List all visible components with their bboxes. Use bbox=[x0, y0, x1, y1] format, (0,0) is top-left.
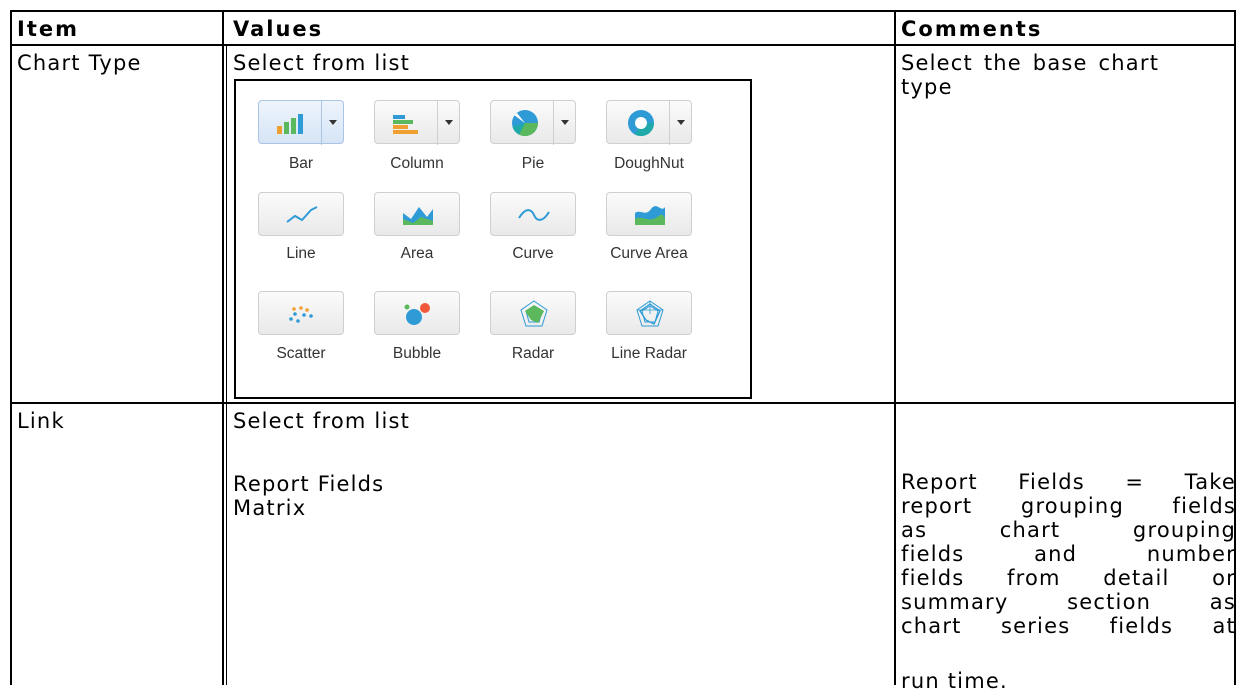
bubble-chart-button[interactable] bbox=[374, 291, 460, 335]
column-divider-1-double bbox=[226, 45, 227, 685]
chevron-down-icon bbox=[329, 120, 337, 125]
scatter-chart-button[interactable] bbox=[258, 291, 344, 335]
bar-chart-button[interactable] bbox=[258, 100, 345, 145]
radar-chart-button[interactable] bbox=[490, 291, 576, 335]
line-chart-icon bbox=[286, 206, 318, 223]
pie-chart-button[interactable] bbox=[490, 100, 577, 145]
curve-area-chart-icon bbox=[635, 206, 665, 225]
column-chart-dropdown[interactable] bbox=[437, 101, 461, 145]
curve-chart-button[interactable] bbox=[490, 192, 576, 236]
pie-chart-dropdown[interactable] bbox=[553, 101, 577, 145]
link-option-matrix: Matrix bbox=[233, 496, 307, 520]
header-divider bbox=[10, 44, 1236, 46]
curve-chart-icon bbox=[518, 209, 550, 221]
row-item-chart-type: Chart Type bbox=[17, 51, 142, 75]
header-item: Item bbox=[17, 17, 79, 41]
line-chart-button[interactable] bbox=[258, 192, 344, 236]
area-chart-icon bbox=[403, 207, 433, 225]
chevron-down-icon bbox=[677, 120, 685, 125]
scatter-chart-icon bbox=[289, 306, 313, 323]
header-values: Values bbox=[233, 17, 324, 41]
comment-chart-type-line2: type bbox=[901, 75, 953, 99]
line-radar-chart-label: Line Radar bbox=[611, 345, 687, 362]
scatter-chart-label: Scatter bbox=[276, 345, 326, 362]
doughnut-chart-label: DoughNut bbox=[614, 155, 684, 172]
radar-chart-label: Radar bbox=[511, 345, 555, 362]
row-value-chart-type: Select from list bbox=[233, 51, 411, 75]
header-comments: Comments bbox=[901, 17, 1043, 41]
bubble-chart-icon bbox=[404, 303, 430, 325]
table-top-border bbox=[10, 10, 1236, 12]
comment-link-line2: report grouping fields bbox=[901, 494, 1236, 518]
pie-chart-icon bbox=[512, 110, 539, 137]
bubble-chart-label: Bubble bbox=[392, 345, 442, 362]
comment-link-line6: summary section as bbox=[901, 590, 1236, 614]
column-chart-icon bbox=[393, 115, 418, 134]
comment-link-line8: run time. bbox=[901, 669, 1008, 693]
curve-area-chart-button[interactable] bbox=[606, 192, 692, 236]
bar-chart-dropdown[interactable] bbox=[321, 101, 345, 145]
chevron-down-icon bbox=[561, 120, 569, 125]
pie-chart-label: Pie bbox=[521, 155, 545, 172]
radar-chart-icon bbox=[520, 300, 548, 327]
row-item-link: Link bbox=[17, 409, 65, 433]
line-radar-chart-icon bbox=[636, 300, 664, 327]
doughnut-chart-icon bbox=[628, 110, 655, 137]
row-value-link: Select from list bbox=[233, 409, 411, 433]
chevron-down-icon bbox=[445, 120, 453, 125]
column-chart-button[interactable] bbox=[374, 100, 461, 145]
line-radar-chart-button[interactable] bbox=[606, 291, 692, 335]
curve-chart-label: Curve bbox=[512, 245, 554, 262]
doughnut-chart-dropdown[interactable] bbox=[669, 101, 693, 145]
comment-link-line3: as chart grouping bbox=[901, 518, 1236, 542]
doughnut-chart-button[interactable] bbox=[606, 100, 693, 145]
line-chart-label: Line bbox=[286, 245, 316, 262]
column-chart-label: Column bbox=[390, 155, 444, 172]
comment-link-line4: fields and number bbox=[901, 542, 1236, 566]
area-chart-button[interactable] bbox=[374, 192, 460, 236]
curve-area-chart-label: Curve Area bbox=[610, 245, 688, 262]
bar-chart-icon bbox=[277, 114, 303, 134]
bar-chart-label: Bar bbox=[288, 155, 314, 172]
comment-link-line5: fields from detail or bbox=[901, 566, 1236, 590]
area-chart-label: Area bbox=[400, 245, 434, 262]
row-divider bbox=[10, 402, 1236, 404]
link-option-report-fields: Report Fields bbox=[233, 472, 385, 496]
comment-chart-type-line1: Select the base chart bbox=[901, 51, 1160, 75]
column-divider-1 bbox=[222, 10, 224, 685]
comment-link-line1: Report Fields = Take bbox=[901, 470, 1236, 494]
table-left-border bbox=[10, 10, 12, 685]
chart-type-picker: Bar Column Pie DoughNut Line Area Curve … bbox=[234, 79, 752, 399]
column-divider-2 bbox=[894, 10, 896, 685]
comment-link-line7: chart series fields at bbox=[901, 614, 1236, 638]
